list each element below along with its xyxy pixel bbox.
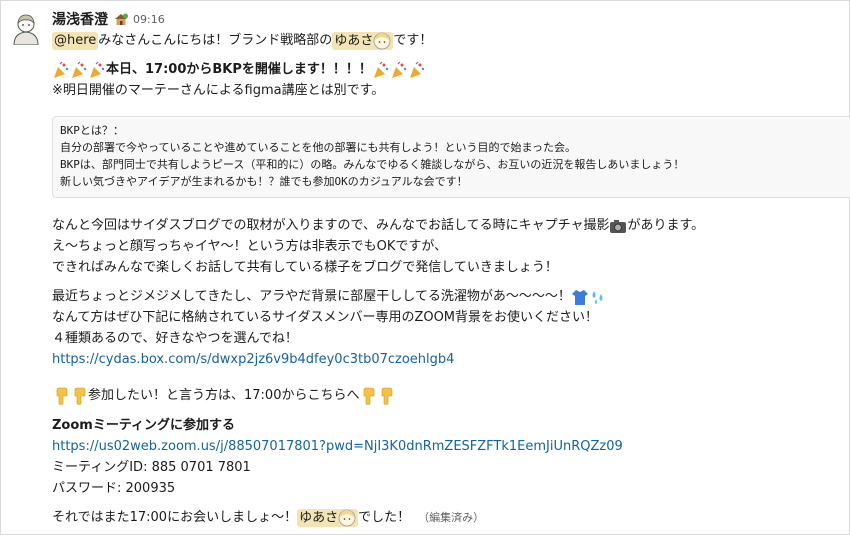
house-with-plant-icon[interactable] <box>113 11 129 27</box>
closing-line: それではまた17:00にお会いしましょ〜！ ゆあさ でした！ （編集済み） <box>52 508 484 528</box>
greeting-line: @here みなさんこんにちは！ブランド戦略部の ゆあさ です！ <box>52 31 432 51</box>
avatar[interactable] <box>10 11 42 45</box>
user-mention[interactable]: ゆあさ <box>332 31 394 51</box>
blog-text-end: があります。 <box>627 218 705 233</box>
user-mention[interactable]: ゆあさ <box>297 508 359 528</box>
greeting-end: です！ <box>393 33 433 48</box>
here-mention[interactable]: @here <box>52 32 99 50</box>
party-popper-icon <box>372 60 390 80</box>
quote-line: 自分の部署で今やっていることや進めていることを他の部署にも共有しよう！という目的… <box>60 141 577 154</box>
pointing-down-icon <box>359 386 377 406</box>
zoom-link[interactable]: https://us02web.zoom.us/j/88507017801?pw… <box>52 437 623 457</box>
pointing-down-icon <box>52 386 70 406</box>
blog-line-2: え〜ちょっと顔写っちゃイヤ〜！という方は非表示でもOKですが、 <box>52 239 448 254</box>
blog-line-1: なんと今回はサイダスブログでの取材が入りますので、みんなでお話してる時にキャプチ… <box>52 216 704 236</box>
box-link[interactable]: https://cydas.box.com/s/dwxp2jz6v9b4dfey… <box>52 350 454 370</box>
meeting-id: ミーティングID: 885 0701 7801 <box>52 460 251 475</box>
box-link-line: https://cydas.box.com/s/dwxp2jz6v9b4dfey… <box>52 350 454 370</box>
author-name[interactable]: 湯浅香澄 <box>52 9 108 29</box>
meeting-password: パスワード: 200935 <box>52 481 176 496</box>
message-header: 湯浅香澄 09:16 <box>52 9 165 29</box>
join-line: 参加したい！と言う方は、17:00からこちらへ <box>52 386 395 406</box>
blog-line-3: できればみんなで楽しくお話して共有している様子をブログで発信していきましょう！ <box>52 260 558 275</box>
greeting-text: みなさんこんにちは！ブランド戦略部の <box>98 33 333 48</box>
party-popper-icon <box>390 60 408 80</box>
pointing-down-icon <box>377 386 395 406</box>
camera-icon <box>609 216 627 236</box>
closing-text: それではまた17:00にお会いしましょ〜！ <box>52 510 298 525</box>
quote-line: BKPは、部門同士で共有しようピース（平和的に）の略。みんなでゆるく雑談しながら… <box>60 158 685 171</box>
laundry-line-1: 最近ちょっとジメジメしてきたし、アラやだ背景に部屋干ししてる洗濯物があ〜〜〜〜！ <box>52 287 607 307</box>
pointing-down-icon <box>70 386 88 406</box>
party-popper-icon <box>70 60 88 80</box>
quote-line: BKPとは？： <box>60 124 124 137</box>
party-popper-icon <box>88 60 106 80</box>
shirt-icon <box>571 287 589 307</box>
face-icon <box>373 32 391 50</box>
quote-block: BKPとは？： 自分の部署で今やっていることや進めていることを他の部署にも共有し… <box>52 116 850 198</box>
laundry-text: 最近ちょっとジメジメしてきたし、アラやだ背景に部屋干ししてる洗濯物があ〜〜〜〜！ <box>52 289 571 304</box>
quote-line: 新しい気づきやアイデアが生まれるかも！？誰でも参加OKのカジュアルな会です！ <box>60 175 468 188</box>
zoom-link-line: https://us02web.zoom.us/j/88507017801?pw… <box>52 437 623 457</box>
laundry-line-2: なんて方はぜひ下記に格納されているサイダスメンバー専用のZOOM背景をお使いくだ… <box>52 310 599 325</box>
laundry-line-3: ４種類あるので、好きなやつを選んでね！ <box>52 331 298 346</box>
sweat-droplets-icon <box>589 287 607 307</box>
party-popper-icon <box>408 60 426 80</box>
blog-text: なんと今回はサイダスブログでの取材が入りますので、みんなでお話してる時にキャプチ… <box>52 218 610 233</box>
edited-label: （編集済み） <box>418 511 485 524</box>
timestamp[interactable]: 09:16 <box>133 13 165 26</box>
closing-end: でした！ <box>358 510 411 525</box>
party-popper-icon <box>52 60 70 80</box>
face-icon <box>338 509 356 527</box>
zoom-title: Zoomミーティングに参加する <box>52 418 236 433</box>
headline-text: 本日、17:00からBKPを開催します！！！！ <box>106 62 372 77</box>
headline-line: 本日、17:00からBKPを開催します！！！！ <box>52 60 426 80</box>
join-text: 参加したい！と言う方は、17:00からこちらへ <box>88 388 360 403</box>
note-line: ※明日開催のマーテーさんによるfigma講座とは別です。 <box>52 83 385 98</box>
